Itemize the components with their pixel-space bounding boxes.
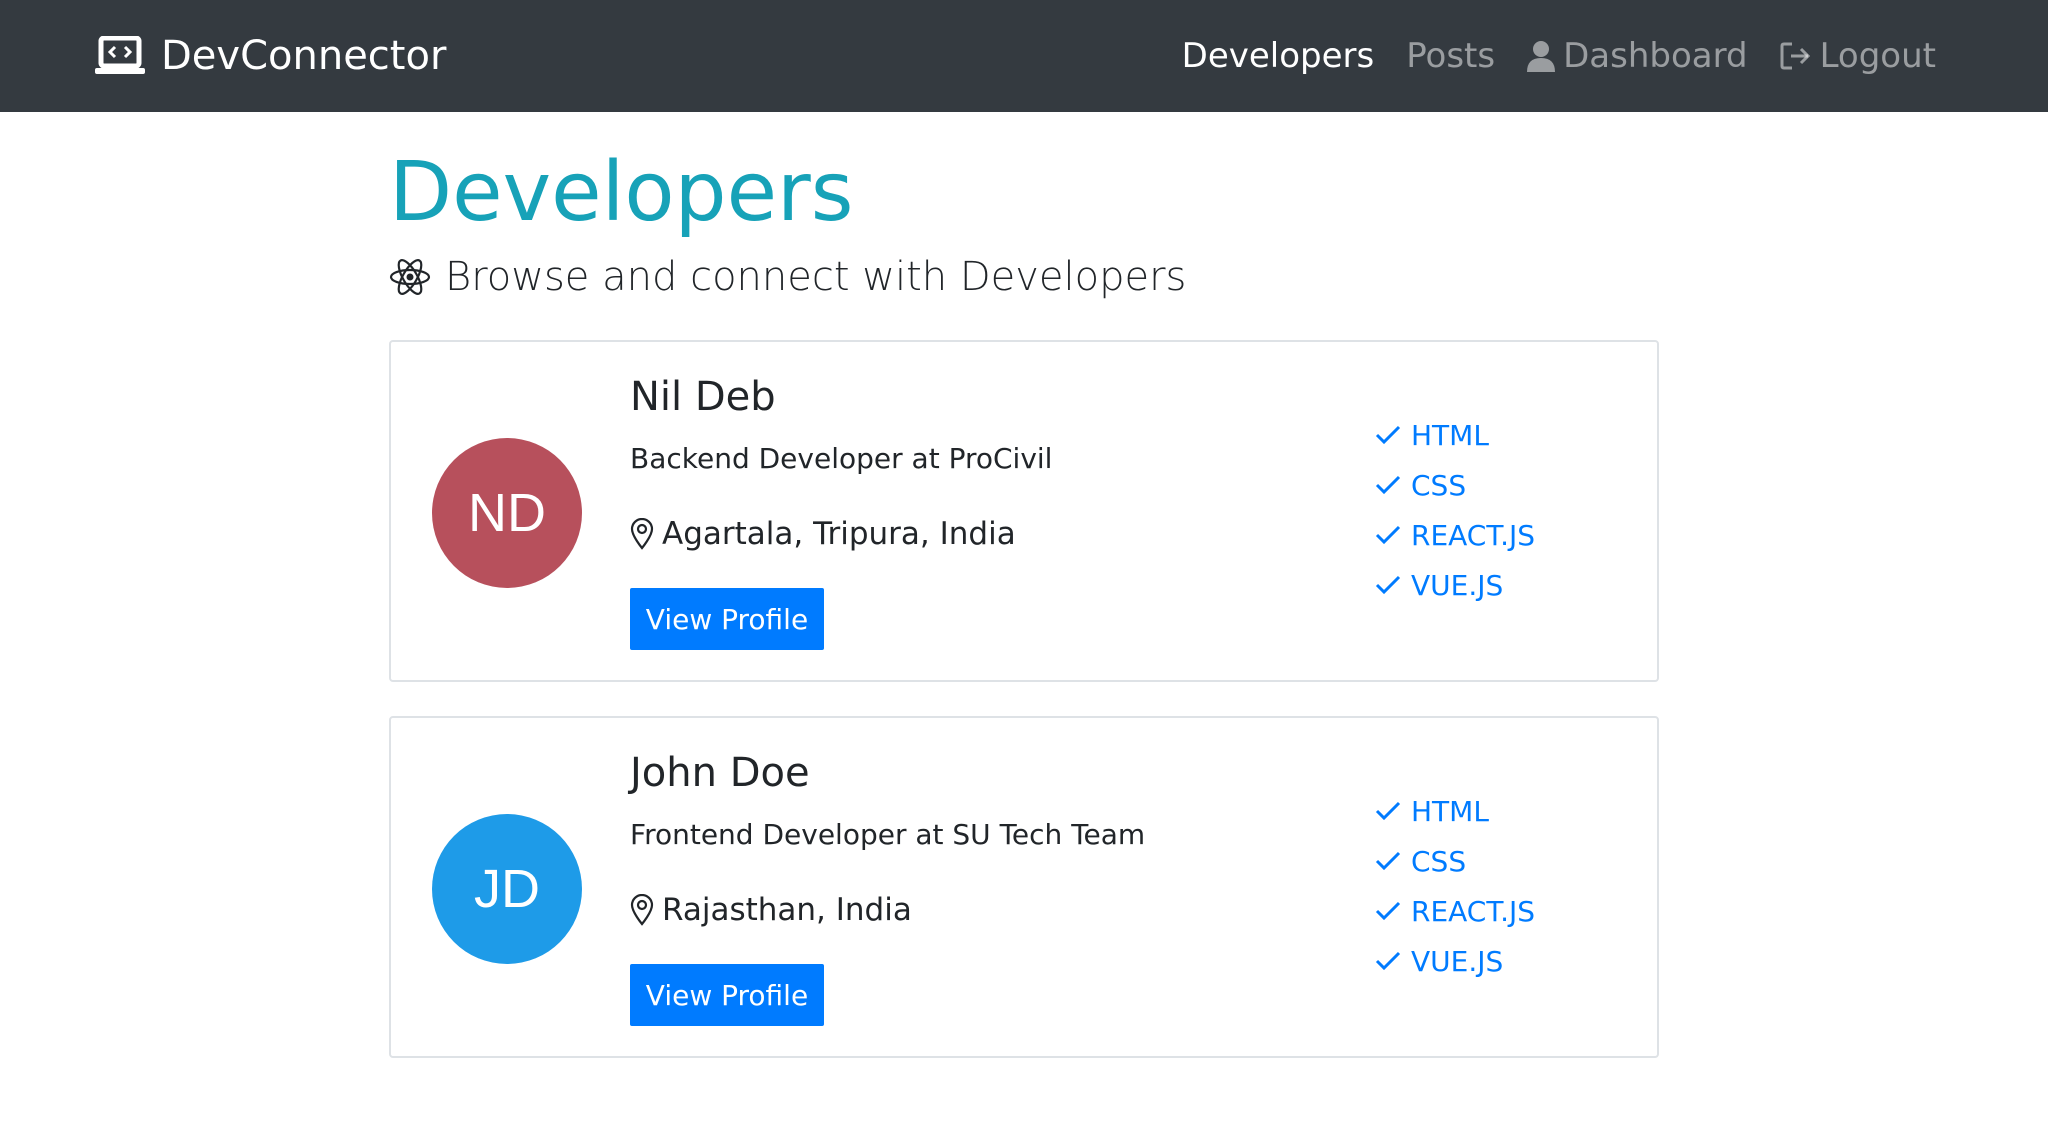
developer-location: Agartala, Tripura, India [630,516,1016,552]
nav-dashboard[interactable]: Dashboard [1527,36,1748,76]
navbar: DevConnector Developers Posts Dashboard [0,0,2048,112]
main-container: Developers Browse and connect with Devel… [389,112,1659,1058]
page-title: Developers [389,145,854,240]
view-profile-button[interactable]: View Profile [630,588,824,650]
skill-label: REACT.JS [1411,518,1536,552]
skill-label: HTML [1411,418,1489,452]
user-icon [1527,40,1556,72]
skill-item: CSS [1375,460,1535,510]
avatar: JD [432,814,582,964]
developer-name: John Doe [630,750,810,796]
check-icon [1375,950,1401,972]
nav-logout[interactable]: Logout [1780,36,1936,76]
developer-location: Rajasthan, India [630,892,912,928]
laptop-code-icon [95,36,145,76]
brand-name: DevConnector [161,33,447,79]
skill-label: CSS [1411,844,1467,878]
skill-label: VUE.JS [1411,944,1504,978]
page-subtitle: Browse and connect with Developers [389,254,1659,300]
skill-label: HTML [1411,794,1489,828]
nav-developers[interactable]: Developers [1182,36,1375,76]
nav-posts-label: Posts [1406,36,1496,76]
skill-item: CSS [1375,836,1535,886]
view-profile-button[interactable]: View Profile [630,964,824,1026]
check-icon [1375,524,1401,546]
map-marker-icon [630,894,654,926]
check-icon [1375,574,1401,596]
check-icon [1375,424,1401,446]
skill-label: REACT.JS [1411,894,1536,928]
nav-dashboard-label: Dashboard [1563,36,1748,76]
skill-item: VUE.JS [1375,936,1535,986]
skill-item: REACT.JS [1375,510,1535,560]
profile-card: JD John Doe Frontend Developer at SU Tec… [389,716,1659,1058]
skills-list: HTML CSS REACT.JS VUE.JS [1375,410,1535,610]
skill-label: CSS [1411,468,1467,502]
react-icon [389,257,431,297]
skill-item: VUE.JS [1375,560,1535,610]
nav-logout-label: Logout [1819,36,1936,76]
brand-link[interactable]: DevConnector [95,0,446,112]
skill-item: HTML [1375,410,1535,460]
page-subtitle-text: Browse and connect with Developers [445,254,1187,301]
check-icon [1375,850,1401,872]
map-marker-icon [630,518,654,550]
check-icon [1375,474,1401,496]
developer-status: Backend Developer at ProCivil [630,442,1053,475]
profile-card: ND Nil Deb Backend Developer at ProCivil… [389,340,1659,682]
avatar: ND [432,438,582,588]
check-icon [1375,900,1401,922]
developer-status: Frontend Developer at SU Tech Team [630,818,1146,851]
nav-posts[interactable]: Posts [1406,36,1495,76]
developer-location-text: Agartala, Tripura, India [662,516,1016,552]
nav-links: Developers Posts Dashboard Logout [1182,0,1936,112]
skill-item: REACT.JS [1375,886,1535,936]
nav-developers-label: Developers [1181,36,1375,76]
sign-out-icon [1780,41,1812,71]
skill-label: VUE.JS [1411,568,1504,602]
skill-item: HTML [1375,786,1535,836]
avatar-initials: ND [468,483,546,543]
check-icon [1375,800,1401,822]
skills-list: HTML CSS REACT.JS VUE.JS [1375,786,1535,986]
developer-name: Nil Deb [630,374,776,420]
developer-location-text: Rajasthan, India [662,892,912,928]
avatar-initials: JD [474,859,540,919]
